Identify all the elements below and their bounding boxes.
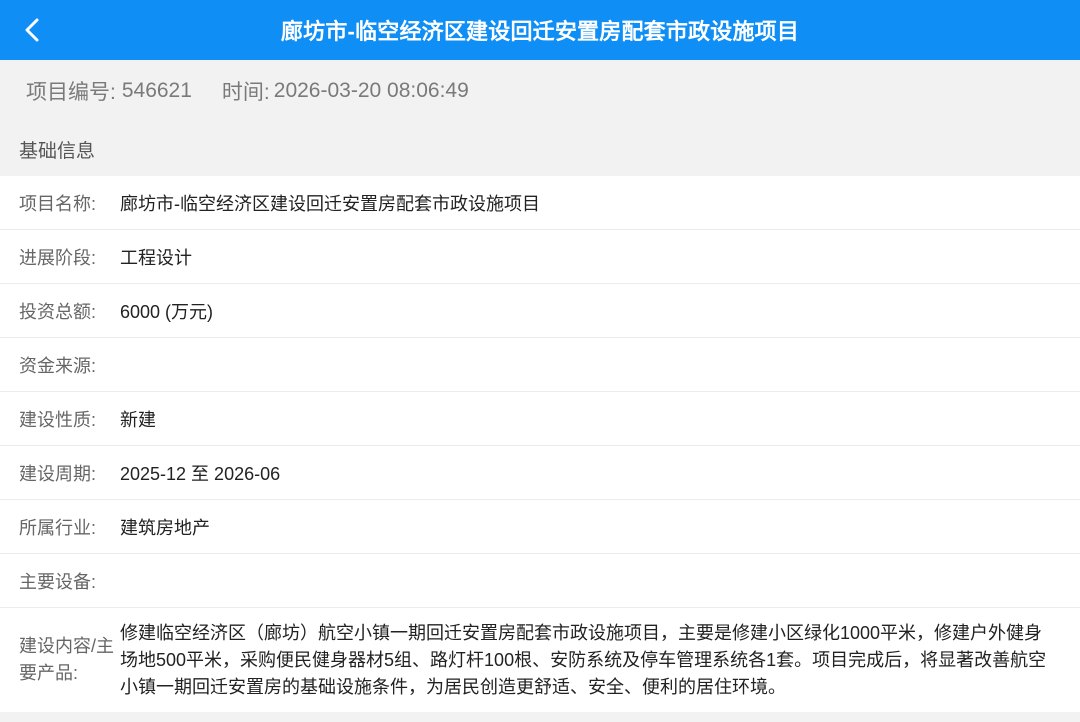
app-header: 廊坊市-临空经济区建设回迁安置房配套市政设施项目 (0, 0, 1080, 60)
field-label: 资金来源: (19, 355, 97, 376)
field-label: 主要设备: (19, 571, 97, 592)
field-label: 所属行业: (19, 517, 97, 538)
list-item: 资金来源: (0, 338, 1080, 392)
time-label: 时间: (221, 81, 270, 104)
list-item: 建设周期: 2025-12 至 2026-06 (0, 446, 1080, 500)
list-item: 投资总额: 6000 (万元) (0, 284, 1080, 338)
field-value: 修建临空经济区（廊坊）航空小镇一期回迁安置房配套市政设施项目，主要是修建小区绿化… (120, 622, 1047, 697)
project-id-label: 项目编号: (26, 81, 116, 104)
field-label: 建设周期: (19, 463, 97, 484)
field-label: 进展阶段: (19, 247, 97, 268)
field-label: 建设内容/主要产品: (19, 636, 115, 683)
list-item: 项目名称: 廊坊市-临空经济区建设回迁安置房配套市政设施项目 (0, 176, 1080, 230)
field-value: 6000 (万元) (120, 301, 214, 322)
page-title: 廊坊市-临空经济区建设回迁安置房配套市政设施项目 (280, 19, 800, 44)
list-item: 所属行业: 建筑房地产 (0, 500, 1080, 554)
field-label: 项目名称: (19, 193, 97, 214)
field-value: 建筑房地产 (120, 517, 210, 538)
project-meta: 项目编号: 546621 时间: 2026-03-20 08:06:49 (0, 60, 1080, 122)
field-label: 投资总额: (19, 301, 97, 322)
field-label: 建设性质: (19, 409, 97, 430)
list-item: 进展阶段: 工程设计 (0, 230, 1080, 284)
list-item: 建设内容/主要产品: 修建临空经济区（廊坊）航空小镇一期回迁安置房配套市政设施项… (0, 608, 1080, 712)
list-item: 主要设备: (0, 554, 1080, 608)
project-id-value: 546621 (121, 79, 192, 102)
field-value: 廊坊市-临空经济区建设回迁安置房配套市政设施项目 (120, 193, 540, 214)
back-button[interactable] (14, 12, 50, 48)
field-value: 工程设计 (120, 247, 192, 268)
field-value: 2025-12 至 2026-06 (120, 463, 281, 484)
list-item: 建设性质: 新建 (0, 392, 1080, 446)
section-title: 基础信息 (19, 140, 96, 162)
info-list: 项目名称: 廊坊市-临空经济区建设回迁安置房配套市政设施项目 进展阶段: 工程设… (0, 176, 1080, 712)
field-value: 新建 (120, 409, 156, 430)
time-value: 2026-03-20 08:06:49 (273, 79, 469, 102)
footer-divider (0, 712, 1080, 719)
chevron-left-icon (25, 18, 39, 42)
